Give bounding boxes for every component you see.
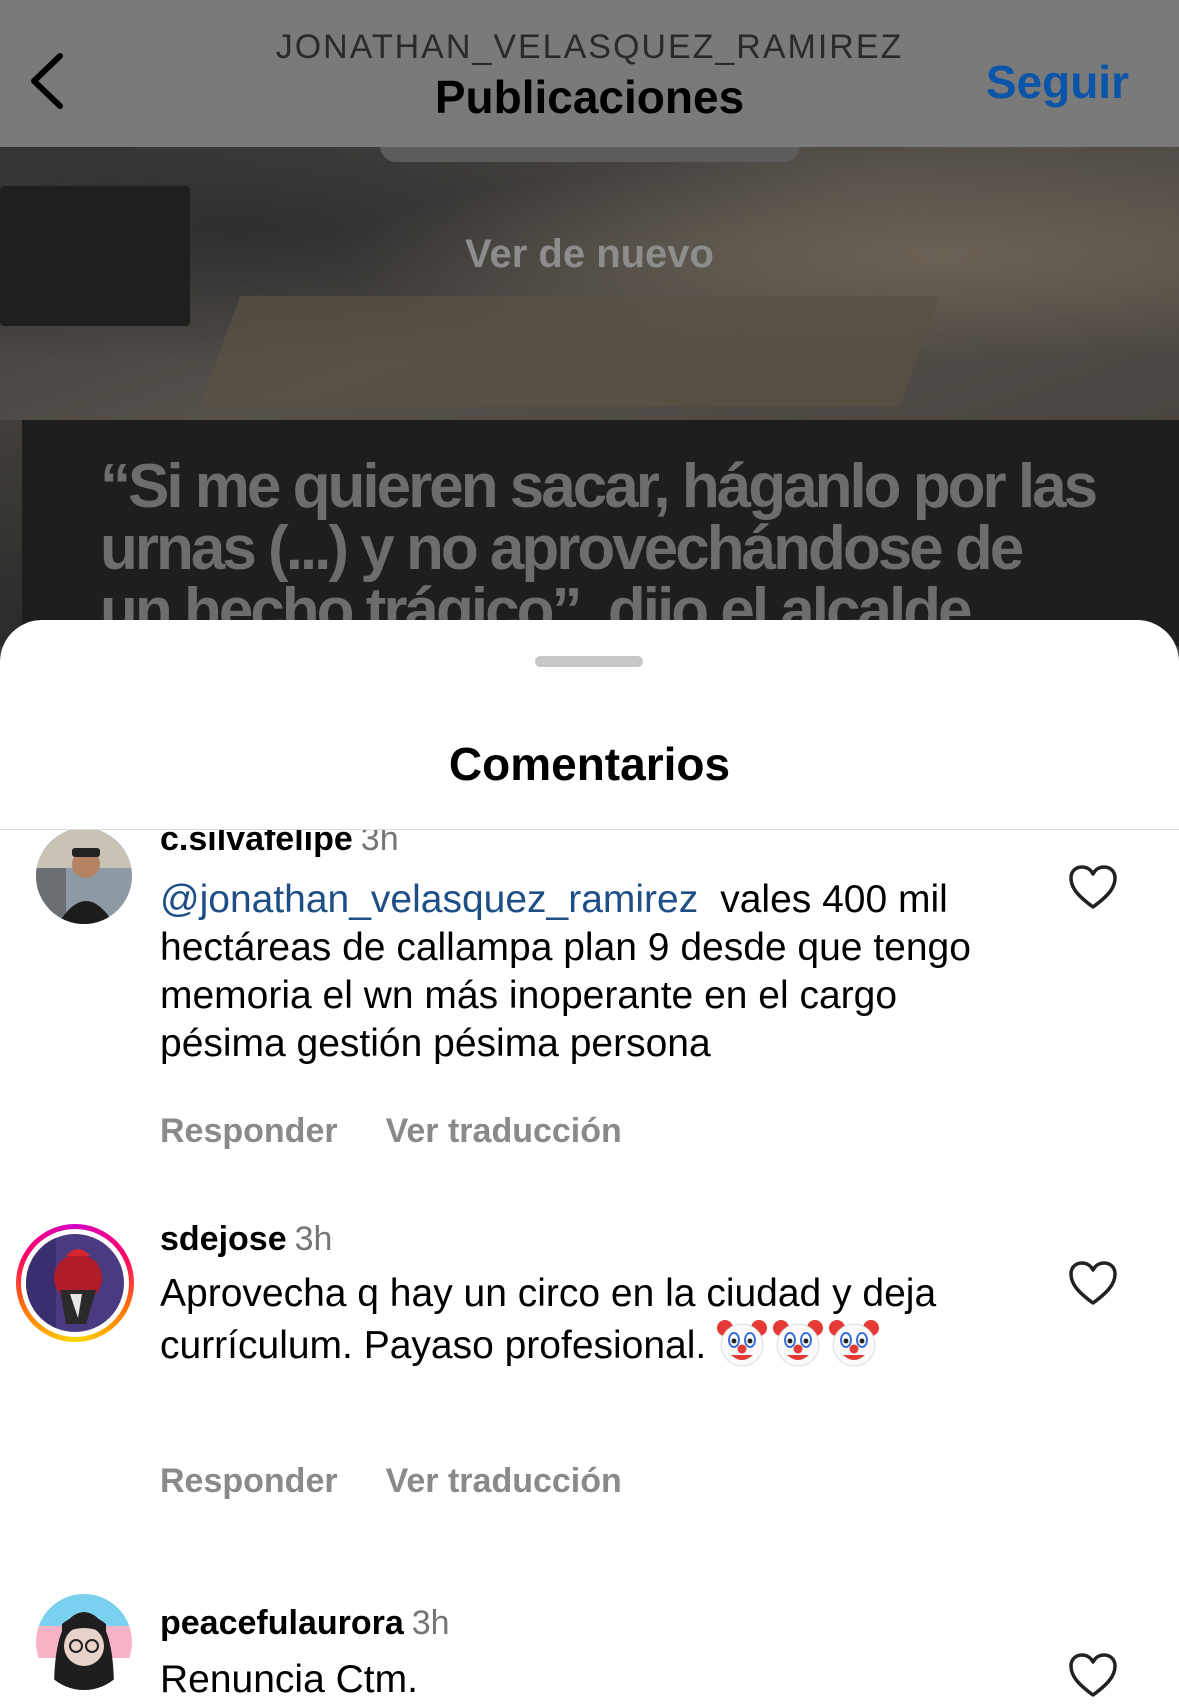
avatar[interactable] — [36, 830, 132, 924]
translate-button[interactable]: Ver traducción — [386, 1112, 622, 1150]
translate-button[interactable]: Ver traducción — [386, 1462, 622, 1500]
avatar — [26, 1234, 124, 1332]
avatar[interactable] — [36, 1594, 132, 1690]
comment-header: sdejose 3h — [160, 1220, 332, 1259]
comment-username[interactable]: c.silvafelipe — [160, 830, 353, 858]
comment-actions: Responder Ver traducción — [160, 1462, 670, 1501]
comment-time: 3h — [411, 1604, 450, 1642]
comment-message: Renuncia Ctm. — [160, 1658, 418, 1701]
heart-outline-icon — [1069, 1261, 1117, 1305]
avatar-image — [36, 830, 132, 924]
comment-username[interactable]: peacefulaurora — [160, 1604, 404, 1642]
top-nav-bar: JONATHAN_VELASQUEZ_RAMIREZ Publicaciones… — [0, 0, 1179, 147]
comment-actions: Responder Ver traducción — [160, 1112, 670, 1151]
like-button[interactable] — [1068, 1260, 1118, 1306]
clown-face-emoji — [773, 1320, 824, 1367]
comment-text: @jonathan_velasquez_ramirez vales 400 mil… — [160, 876, 1030, 1068]
follow-button[interactable]: Seguir — [986, 55, 1129, 109]
post-photo — [0, 146, 1179, 420]
avatar-story-ring[interactable] — [16, 1224, 134, 1342]
reply-button[interactable]: Responder — [160, 1112, 338, 1150]
sheet-title: Comentarios — [448, 738, 731, 790]
comment-text: Aprovecha q hay un circo en la ciudad y … — [160, 1270, 1030, 1370]
comments-list[interactable]: c.silvafelipe 3h @jonathan_velasquez_rami… — [0, 830, 1179, 1705]
comment-username[interactable]: sdejose — [160, 1220, 287, 1258]
desk-shape — [199, 296, 941, 406]
clown-face-emoji — [717, 1320, 768, 1367]
clown-face-emoji — [829, 1320, 880, 1367]
reply-button[interactable]: Responder — [160, 1462, 338, 1500]
heart-outline-icon — [1069, 1653, 1117, 1697]
comment-time: 3h — [294, 1220, 333, 1258]
comment-text: Renuncia Ctm. — [160, 1656, 1030, 1704]
post-headline: “Si me quieren sacar, háganlo por las ur… — [100, 452, 1098, 645]
comment-time: 3h — [360, 830, 399, 858]
sheet-grabber[interactable] — [535, 656, 643, 667]
avatar-image — [26, 1234, 124, 1332]
like-button[interactable] — [1068, 864, 1118, 910]
post-background: Ver de nuevo “Si me quieren sacar, hágan… — [0, 146, 1179, 646]
comments-sheet: Comentarios c.silvafelipe 3h @jonathan_ve… — [0, 620, 1179, 1705]
comment-header: c.silvafelipe 3h — [160, 830, 399, 859]
replay-pill — [380, 146, 800, 162]
avatar-image — [36, 1594, 132, 1690]
like-button[interactable] — [1068, 1652, 1118, 1698]
mention-link[interactable]: @jonathan_velasquez_ramirez — [160, 878, 698, 921]
comment-header: peacefulaurora 3h — [160, 1604, 450, 1643]
replay-button[interactable]: Ver de nuevo — [0, 232, 1179, 277]
heart-outline-icon — [1069, 865, 1117, 909]
